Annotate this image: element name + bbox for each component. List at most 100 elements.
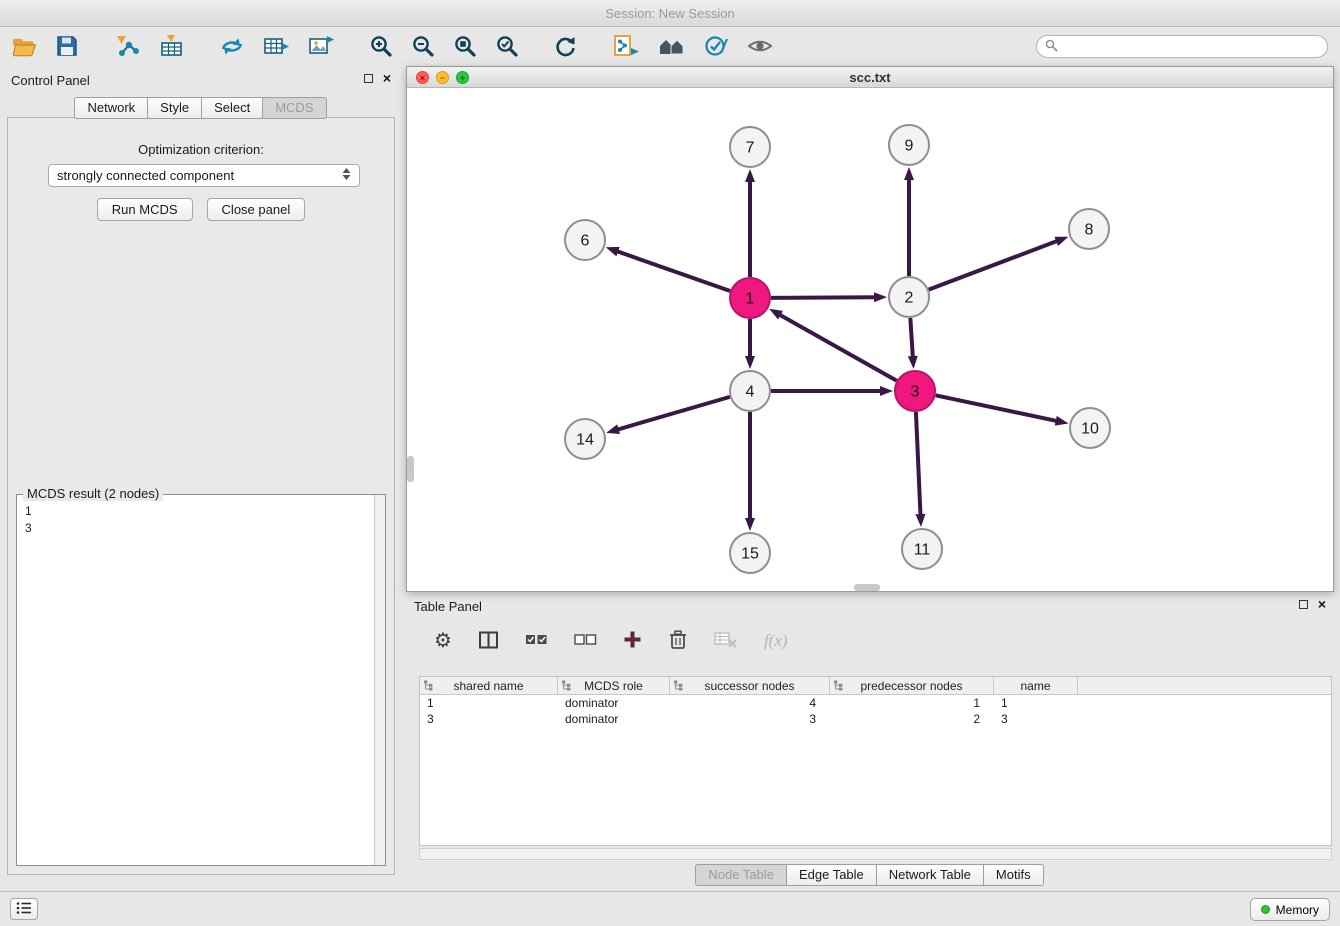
vertical-scrollbar-thumb[interactable] bbox=[407, 456, 414, 482]
graph-edge[interactable] bbox=[936, 395, 1058, 421]
column-header-label: predecessor nodes bbox=[860, 679, 962, 693]
graph-node-label: 15 bbox=[741, 546, 759, 563]
network-canvas[interactable]: 7 9 6 8 1 2 4 3 10 14 15 11 bbox=[407, 88, 1333, 591]
tab-select[interactable]: Select bbox=[201, 97, 263, 119]
graph-edge-arrowhead bbox=[908, 356, 918, 369]
graph-node-4[interactable]: 4 bbox=[730, 371, 770, 411]
select-all-button[interactable] bbox=[522, 629, 551, 653]
graph-node-11[interactable]: 11 bbox=[902, 529, 942, 569]
export-network-button[interactable] bbox=[216, 32, 248, 63]
network-window-titlebar[interactable]: × − + scc.txt bbox=[407, 67, 1333, 88]
memory-button[interactable]: Memory bbox=[1250, 898, 1330, 921]
zoom-selected-button[interactable] bbox=[492, 32, 522, 63]
table-row[interactable]: 3dominator323 bbox=[420, 711, 1331, 727]
column-visibility-button[interactable] bbox=[475, 628, 502, 655]
network-graph[interactable]: 7 9 6 8 1 2 4 3 10 14 15 11 bbox=[407, 88, 1333, 591]
open-file-button[interactable] bbox=[8, 32, 40, 63]
network-window-title: scc.txt bbox=[849, 70, 890, 85]
graph-edge[interactable] bbox=[916, 412, 921, 516]
zoom-in-button[interactable] bbox=[366, 32, 396, 63]
zoom-out-button[interactable] bbox=[408, 32, 438, 63]
export-table-button[interactable] bbox=[260, 32, 293, 63]
table-cell[interactable]: 4 bbox=[670, 695, 830, 711]
tab-edge-table[interactable]: Edge Table bbox=[786, 864, 877, 886]
import-table-button[interactable] bbox=[155, 32, 188, 63]
graph-edge[interactable] bbox=[910, 318, 913, 358]
table-row[interactable]: 1dominator411 bbox=[420, 695, 1331, 711]
window-titlebar[interactable]: Session: New Session bbox=[0, 0, 1340, 27]
close-table-panel-icon[interactable]: × bbox=[1318, 599, 1326, 610]
show-graphics-button[interactable] bbox=[744, 32, 776, 63]
graph-edge[interactable] bbox=[616, 251, 730, 291]
column-header-mcds-role[interactable]: MCDS role bbox=[558, 677, 670, 694]
deselect-all-button[interactable] bbox=[571, 629, 600, 653]
table-cell[interactable]: 3 bbox=[994, 711, 1078, 727]
graph-edge[interactable] bbox=[779, 314, 897, 380]
import-network-icon bbox=[113, 34, 140, 61]
graph-node-3[interactable]: 3 bbox=[895, 371, 935, 411]
search-input[interactable] bbox=[1063, 40, 1313, 54]
minimize-window-icon[interactable]: − bbox=[436, 71, 449, 84]
apply-style-button[interactable] bbox=[701, 32, 732, 63]
horizontal-scrollbar-thumb[interactable] bbox=[854, 584, 880, 591]
graph-node-10[interactable]: 10 bbox=[1070, 408, 1110, 448]
maximize-window-icon[interactable]: + bbox=[456, 71, 469, 84]
graph-node-8[interactable]: 8 bbox=[1069, 209, 1109, 249]
column-header-name[interactable]: name bbox=[994, 677, 1078, 694]
table-settings-button[interactable]: ⚙ bbox=[431, 629, 455, 653]
graph-edge[interactable] bbox=[929, 241, 1058, 290]
table-cell[interactable]: dominator bbox=[558, 695, 670, 711]
search-field[interactable] bbox=[1036, 35, 1328, 58]
control-panel-header: Control Panel × bbox=[3, 66, 399, 94]
table-cell[interactable]: 3 bbox=[670, 711, 830, 727]
main-toolbar bbox=[0, 28, 1340, 66]
add-row-button[interactable] bbox=[620, 628, 645, 654]
graph-node-15[interactable]: 15 bbox=[730, 533, 770, 573]
network-document-button[interactable] bbox=[609, 32, 643, 63]
table-cell[interactable]: 3 bbox=[420, 711, 558, 727]
run-mcds-button[interactable]: Run MCDS bbox=[97, 198, 193, 221]
tab-network[interactable]: Network bbox=[74, 97, 148, 119]
table-cell[interactable]: 2 bbox=[830, 711, 994, 727]
float-panel-icon[interactable] bbox=[364, 74, 373, 83]
delete-row-button[interactable] bbox=[665, 627, 691, 655]
table-cell[interactable]: 1 bbox=[830, 695, 994, 711]
tab-node-table[interactable]: Node Table bbox=[695, 864, 787, 886]
table-horizontal-scrollbar[interactable] bbox=[419, 848, 1332, 860]
tab-motifs[interactable]: Motifs bbox=[983, 864, 1044, 886]
table-cell[interactable]: 1 bbox=[994, 695, 1078, 711]
import-network-button[interactable] bbox=[110, 32, 143, 63]
zoom-fit-button[interactable] bbox=[450, 32, 480, 63]
graph-edge[interactable] bbox=[771, 297, 876, 298]
task-history-button[interactable] bbox=[10, 898, 38, 920]
graph-node-6[interactable]: 6 bbox=[565, 220, 605, 260]
function-builder-button[interactable]: f(x) bbox=[761, 629, 791, 653]
mcds-result-text[interactable]: 1 3 bbox=[17, 497, 373, 865]
criterion-select[interactable]: strongly connected component bbox=[48, 164, 360, 187]
result-scrollbar[interactable] bbox=[374, 495, 385, 865]
refresh-button[interactable] bbox=[550, 32, 581, 63]
close-panel-icon[interactable]: × bbox=[383, 73, 391, 84]
graph-node-1[interactable]: 1 bbox=[730, 278, 770, 318]
table-cell[interactable]: dominator bbox=[558, 711, 670, 727]
tab-mcds[interactable]: MCDS bbox=[262, 97, 326, 119]
home-button[interactable] bbox=[655, 32, 689, 63]
close-window-icon[interactable]: × bbox=[416, 71, 429, 84]
save-session-button[interactable] bbox=[52, 32, 82, 63]
graph-node-2[interactable]: 2 bbox=[889, 277, 929, 317]
table-cell[interactable]: 1 bbox=[420, 695, 558, 711]
tab-network-table[interactable]: Network Table bbox=[876, 864, 984, 886]
export-image-button[interactable] bbox=[305, 32, 338, 63]
column-header-predecessor-nodes[interactable]: predecessor nodes bbox=[830, 677, 994, 694]
graph-node-9[interactable]: 9 bbox=[889, 125, 929, 165]
graph-edge[interactable] bbox=[617, 397, 730, 430]
column-header-shared-name[interactable]: shared name bbox=[420, 677, 558, 694]
graph-node-7[interactable]: 7 bbox=[730, 127, 770, 167]
float-table-panel-icon[interactable] bbox=[1299, 600, 1308, 609]
graph-node-label: 3 bbox=[911, 384, 920, 401]
column-header-successor-nodes[interactable]: successor nodes bbox=[670, 677, 830, 694]
tab-style[interactable]: Style bbox=[147, 97, 202, 119]
close-panel-button[interactable]: Close panel bbox=[207, 198, 306, 221]
graph-node-14[interactable]: 14 bbox=[565, 419, 605, 459]
delete-table-button[interactable] bbox=[711, 628, 741, 654]
